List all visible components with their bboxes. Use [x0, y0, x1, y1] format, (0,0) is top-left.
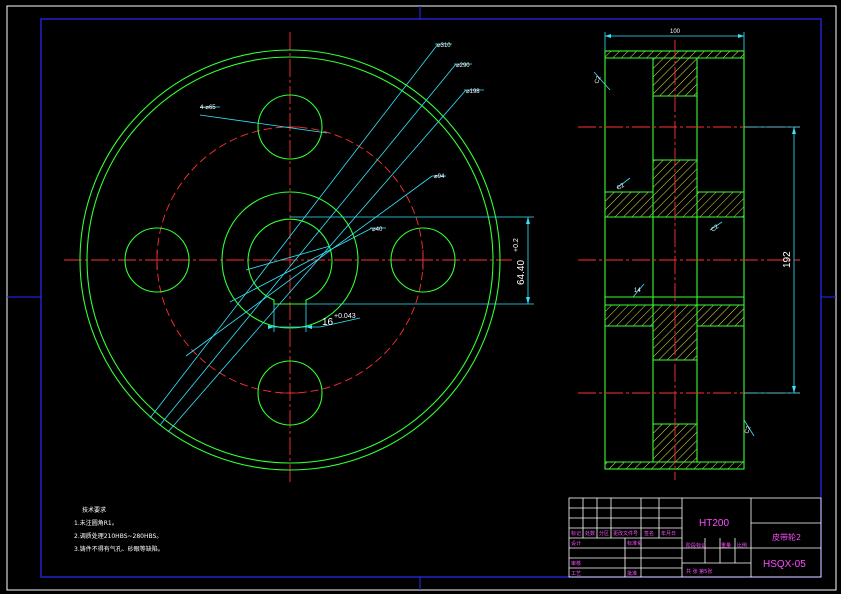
- dim-keyway-width-tol: +0.043: [334, 313, 356, 320]
- dim-holes: 4-⌀65: [200, 105, 216, 111]
- tb-label-zone: 分区: [599, 530, 609, 537]
- tb-label-stage: 阶段标记: [686, 542, 706, 549]
- tb-label-mark: 标记: [571, 530, 581, 537]
- inner-border: [40, 18, 822, 578]
- dim-keyway-depth: 64.40: [516, 260, 527, 285]
- notes-item: 3.铸件不得有气孔、砂眼等缺陷。: [74, 546, 164, 553]
- notes-item: 2.调质处理210HBS~280HBS。: [74, 533, 163, 540]
- notes-item: 1.未注圆角R1。: [74, 520, 118, 527]
- dim-dia-94: ⌀94: [434, 174, 445, 180]
- centering-marks: [7, 6, 836, 590]
- tb-drawing-no: HSQX-05: [763, 559, 806, 570]
- tb-label-approve: 批准: [627, 570, 637, 577]
- section-view: 100 192 C2 C2 C2 14 C2: [578, 29, 800, 480]
- tb-label-design: 设计: [571, 540, 581, 547]
- tb-material: HT200: [699, 518, 729, 529]
- technical-notes: 技术要求 1.未注圆角R1。 2.调质处理210HBS~280HBS。 3.铸件…: [74, 504, 164, 556]
- chamfer-top: C2: [594, 75, 602, 85]
- dim-dia-290: ⌀290: [456, 63, 470, 69]
- chamfer-bottom: C2: [744, 425, 752, 435]
- tb-label-change: 更改文件号: [613, 530, 638, 537]
- dim-height-192: 192: [782, 251, 793, 268]
- chamfer-left: C2: [616, 182, 626, 191]
- dim-width-100: 100: [670, 29, 681, 35]
- tb-label-date: 年月日: [661, 530, 676, 537]
- tb-label-sign: 签名: [644, 530, 654, 537]
- tb-label-scale: 比例: [737, 542, 747, 549]
- tb-label-check: 审核: [571, 560, 581, 567]
- tb-label-standardize: 标准化: [627, 540, 642, 547]
- tb-sheets: 共 张 第5张: [686, 568, 712, 575]
- title-block: 标记 处数 分区 更改文件号 签名 年月日 设计 标准化 审核 工艺 批准 阶段…: [568, 497, 822, 578]
- tb-label-weight: 重量: [721, 542, 731, 549]
- front-view: ⌀310 ⌀290 ⌀198 4-⌀65 ⌀94 ⌀40 64.40 +0.2 …: [64, 32, 534, 484]
- tb-part-name: 皮带轮2: [772, 532, 801, 542]
- chamfer-mid: C2: [710, 224, 720, 234]
- dim-dia-40: ⌀40: [372, 227, 383, 233]
- outer-border: [6, 5, 837, 591]
- section-centerlines: [578, 40, 800, 480]
- front-leaders: [149, 43, 534, 433]
- notes-heading: 技术要求: [82, 507, 107, 514]
- front-arrows: [268, 217, 530, 329]
- dim-dia-310: ⌀310: [437, 43, 451, 49]
- tb-label-count: 处数: [585, 530, 595, 537]
- chamfer-hub: 14: [634, 288, 641, 294]
- dim-keyway-depth-tol: +0.2: [513, 238, 520, 252]
- dim-keyway-width: 16: [322, 317, 334, 328]
- tb-label-process: 工艺: [571, 571, 581, 577]
- dim-dia-198: ⌀198: [466, 89, 480, 95]
